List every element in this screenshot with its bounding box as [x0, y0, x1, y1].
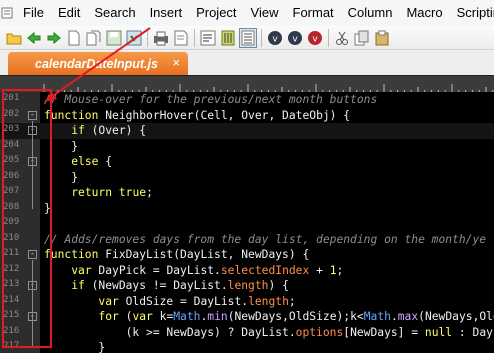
annotation-arrow — [44, 27, 151, 102]
